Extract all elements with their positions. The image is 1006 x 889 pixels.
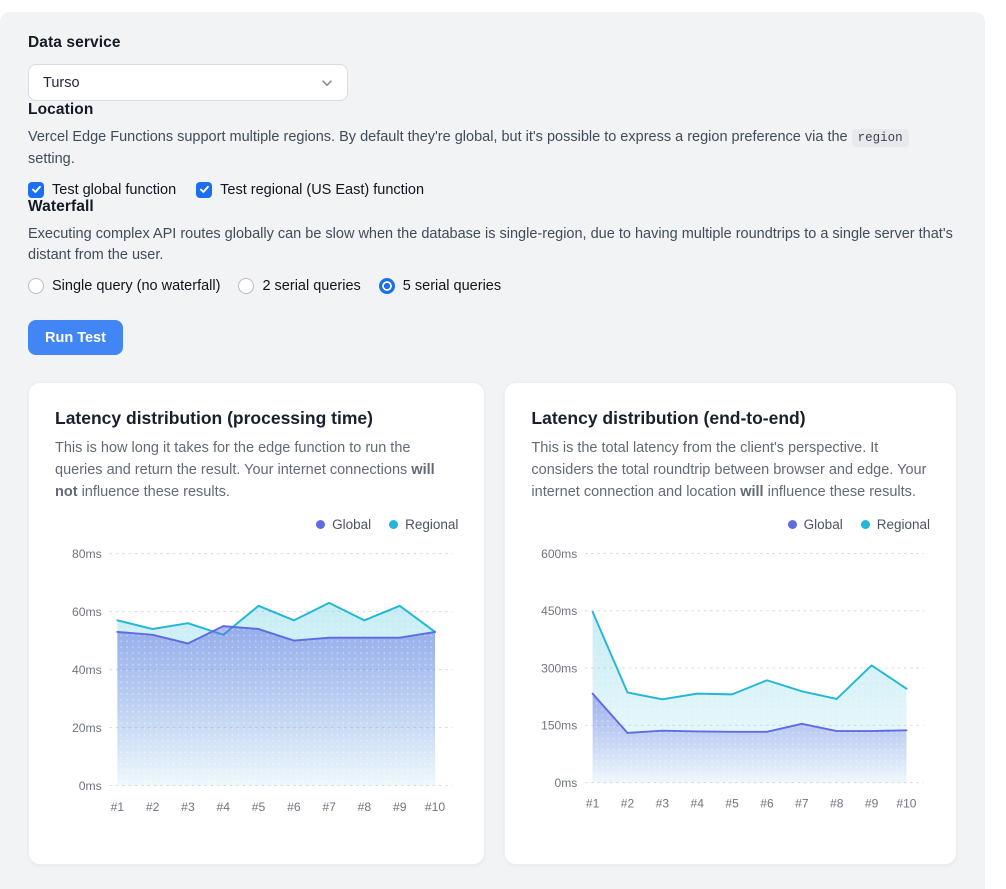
legend-dot-global-icon [788, 520, 797, 529]
checkbox-checked-icon [28, 182, 44, 198]
svg-text:#10: #10 [425, 800, 446, 814]
radio-icon [238, 278, 254, 294]
svg-text:#2: #2 [621, 797, 635, 811]
latency-chart-processing-time: 0ms 20ms 40ms 60ms 80ms #1 #2 #3 #4 #5 #6 #7 #8 #9 #10 [55, 540, 458, 825]
card-desc-post: influence these results. [78, 484, 230, 500]
location-description: Vercel Edge Functions support multiple r… [28, 127, 957, 171]
svg-text:#1: #1 [586, 797, 600, 811]
svg-text:#3: #3 [181, 800, 195, 814]
data-service-select[interactable]: Turso [28, 64, 348, 101]
card-desc-bold: will [740, 484, 763, 500]
svg-text:#6: #6 [761, 797, 775, 811]
chart-legend: Global Regional [531, 517, 930, 532]
charts-row: Latency distribution (processing time) T… [28, 382, 957, 865]
svg-text:450ms: 450ms [542, 604, 578, 618]
svg-text:#5: #5 [726, 797, 740, 811]
svg-text:#3: #3 [656, 797, 670, 811]
waterfall-heading: Waterfall [28, 198, 957, 216]
card-title-end-to-end: Latency distribution (end-to-end) [531, 408, 930, 429]
legend-item-regional[interactable]: Regional [861, 517, 930, 532]
card-desc-post: influence these results. [764, 484, 916, 500]
latency-chart-end-to-end: 0ms 150ms 300ms 450ms 600ms #1 #2 #3 #4 #5 #6 #7 #8 #… [531, 540, 930, 821]
svg-text:#6: #6 [287, 800, 301, 814]
radio-label: 5 serial queries [403, 278, 501, 294]
location-description-post: setting. [28, 151, 75, 167]
svg-text:150ms: 150ms [542, 719, 578, 733]
legend-label: Regional [405, 517, 458, 532]
radio-label: Single query (no waterfall) [52, 278, 220, 294]
svg-text:#7: #7 [322, 800, 336, 814]
svg-text:#7: #7 [796, 797, 810, 811]
svg-text:40ms: 40ms [72, 663, 102, 677]
legend-label: Global [332, 517, 371, 532]
svg-text:#1: #1 [111, 800, 125, 814]
svg-text:0ms: 0ms [555, 776, 578, 790]
svg-text:60ms: 60ms [72, 605, 102, 619]
svg-text:#8: #8 [358, 800, 372, 814]
card-description-processing-time: This is how long it takes for the edge f… [55, 438, 458, 503]
svg-text:#10: #10 [897, 797, 917, 811]
legend-label: Global [804, 517, 843, 532]
region-code-tag: region [852, 129, 909, 147]
data-service-selected-value: Turso [43, 75, 80, 91]
run-test-button[interactable]: Run Test [28, 320, 123, 355]
card-processing-time: Latency distribution (processing time) T… [28, 382, 485, 865]
waterfall-description: Executing complex API routes globally ca… [28, 224, 957, 268]
legend-item-global[interactable]: Global [788, 517, 843, 532]
checkbox-checked-icon [196, 182, 212, 198]
legend-label: Regional [877, 517, 930, 532]
card-end-to-end: Latency distribution (end-to-end) This i… [504, 382, 957, 865]
waterfall-radio-group: Single query (no waterfall) 2 serial que… [28, 278, 957, 294]
location-checkbox-group: Test global function Test regional (US E… [28, 182, 957, 198]
main-panel: Data service Turso Location Vercel Edge … [0, 12, 985, 889]
radio-single-query[interactable]: Single query (no waterfall) [28, 278, 220, 294]
svg-text:80ms: 80ms [72, 547, 102, 561]
svg-text:0ms: 0ms [79, 779, 102, 793]
radio-icon [379, 278, 395, 294]
checkbox-test-regional-function[interactable]: Test regional (US East) function [196, 182, 424, 198]
svg-text:#8: #8 [830, 797, 844, 811]
checkbox-test-global-function[interactable]: Test global function [28, 182, 176, 198]
checkbox-label: Test regional (US East) function [220, 182, 424, 198]
legend-item-regional[interactable]: Regional [389, 517, 458, 532]
svg-text:#9: #9 [393, 800, 407, 814]
radio-label: 2 serial queries [262, 278, 360, 294]
svg-text:600ms: 600ms [542, 547, 578, 561]
radio-icon [28, 278, 44, 294]
svg-text:#9: #9 [865, 797, 879, 811]
card-title-processing-time: Latency distribution (processing time) [55, 408, 458, 429]
svg-text:300ms: 300ms [542, 662, 578, 676]
card-desc-pre: This is how long it takes for the edge f… [55, 440, 411, 478]
radio-2-serial-queries[interactable]: 2 serial queries [238, 278, 360, 294]
data-service-heading: Data service [28, 34, 957, 52]
location-description-pre: Vercel Edge Functions support multiple r… [28, 129, 852, 145]
legend-item-global[interactable]: Global [316, 517, 371, 532]
svg-text:#4: #4 [691, 797, 705, 811]
svg-text:20ms: 20ms [72, 721, 102, 735]
legend-dot-regional-icon [389, 520, 398, 529]
svg-text:#4: #4 [216, 800, 230, 814]
radio-5-serial-queries[interactable]: 5 serial queries [379, 278, 501, 294]
svg-text:#2: #2 [146, 800, 160, 814]
legend-dot-regional-icon [861, 520, 870, 529]
legend-dot-global-icon [316, 520, 325, 529]
checkbox-label: Test global function [52, 182, 176, 198]
card-description-end-to-end: This is the total latency from the clien… [531, 438, 930, 503]
chevron-down-icon [319, 75, 335, 91]
location-heading: Location [28, 101, 957, 119]
chart-legend: Global Regional [55, 517, 458, 532]
svg-text:#5: #5 [252, 800, 266, 814]
